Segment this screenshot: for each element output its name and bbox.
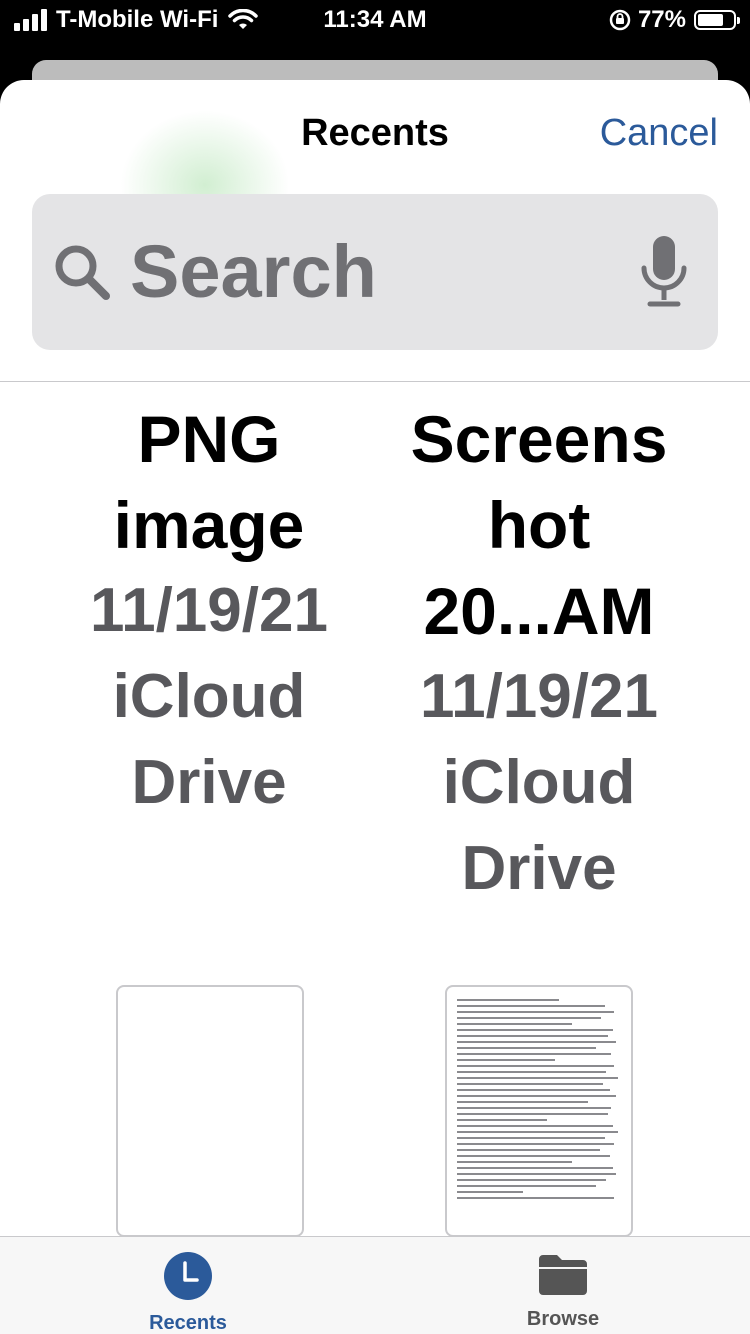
document-preview-lines	[457, 999, 621, 1203]
tab-bar: Recents Browse	[0, 1236, 750, 1334]
search-input[interactable]: Search	[130, 230, 377, 314]
file-item-screenshot[interactable]: Screens hot 20...AM 11/19/21 iCloud Driv…	[389, 396, 689, 912]
search-icon	[55, 245, 110, 300]
file-date: 11/19/21	[90, 576, 328, 645]
file-name: Screens hot 20...AM	[410, 402, 668, 648]
battery-percentage: 77%	[637, 6, 686, 33]
tab-browse-label: Browse	[526, 1308, 600, 1330]
file-thumbnail-document[interactable]	[445, 985, 633, 1237]
file-item-png-image[interactable]: PNG image 11/19/21 iCloud Drive	[59, 396, 359, 826]
battery-level	[698, 14, 724, 26]
clock-icon	[164, 1252, 212, 1300]
file-location: iCloud Drive	[112, 662, 306, 817]
orientation-lock-icon	[609, 9, 631, 31]
divider	[0, 381, 750, 382]
file-picker-sheet: Recents Cancel Search PNG image 11/19/21…	[0, 80, 750, 1334]
tab-recents-label: Recents	[149, 1312, 227, 1334]
file-location: iCloud Drive	[442, 748, 636, 903]
tab-recents[interactable]: Recents	[88, 1251, 288, 1334]
folder-icon	[539, 1255, 587, 1295]
microphone-icon[interactable]	[638, 234, 690, 310]
status-bar: T-Mobile Wi-Fi 11:34 AM 77%	[0, 0, 750, 40]
search-field[interactable]: Search	[32, 194, 718, 350]
cancel-button[interactable]: Cancel	[600, 112, 718, 155]
file-name: PNG image	[113, 402, 305, 562]
tab-browse[interactable]: Browse	[463, 1251, 663, 1331]
status-bar-right: 77%	[608, 6, 740, 34]
file-date: 11/19/21	[420, 662, 658, 731]
file-thumbnail-blank[interactable]	[116, 985, 304, 1237]
battery-icon	[694, 10, 740, 30]
